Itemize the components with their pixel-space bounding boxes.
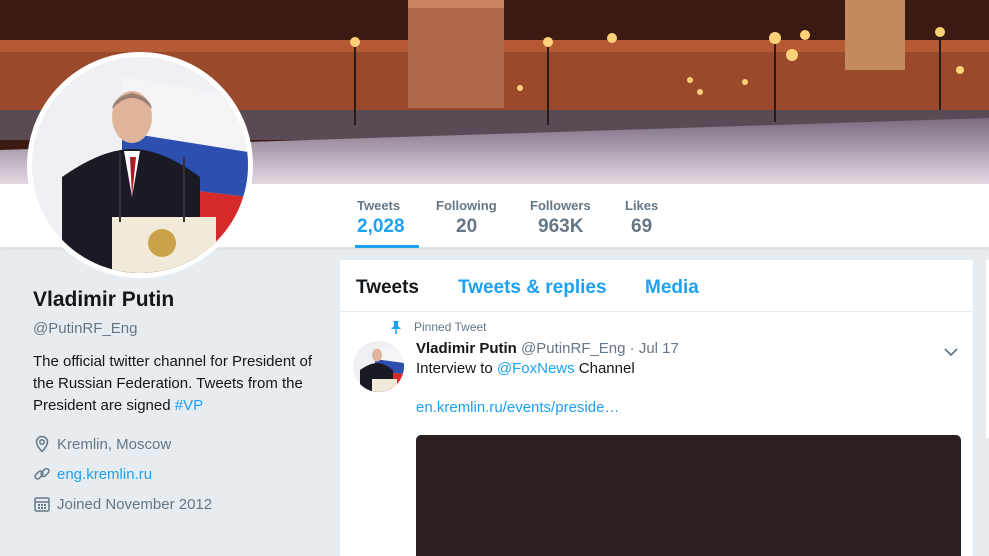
tweet-media-card[interactable] (416, 435, 961, 556)
profile-card: Vladimir Putin @PutinRF_Eng The official… (33, 288, 323, 513)
profile-website: eng.kremlin.ru (33, 465, 323, 483)
stat-label: Followers (530, 198, 591, 213)
timeline: Tweets Tweets & replies Media Pinned Twe… (340, 260, 973, 556)
stat-value: 69 (631, 216, 653, 237)
tweet-date[interactable]: Jul 17 (639, 340, 679, 357)
tab-tweets-replies[interactable]: Tweets & replies (458, 277, 607, 299)
tweet-mention[interactable]: @FoxNews (497, 360, 575, 377)
profile-avatar[interactable] (27, 52, 253, 278)
location-icon (33, 435, 51, 453)
tweet-author[interactable]: Vladimir Putin (416, 340, 517, 357)
link-icon (33, 465, 51, 483)
pin-icon (390, 320, 402, 334)
stat-followers[interactable]: Followers 963K (530, 198, 591, 238)
tab-media[interactable]: Media (645, 277, 699, 299)
stat-tweets[interactable]: Tweets 2,028 (355, 198, 418, 248)
tweet-handle[interactable]: @PutinRF_Eng (521, 340, 625, 357)
avatar-image (32, 57, 248, 273)
profile-joined: Joined November 2012 (33, 495, 323, 513)
profile-location: Kremlin, Moscow (33, 435, 323, 453)
website-link[interactable]: eng.kremlin.ru (57, 466, 152, 483)
location-text: Kremlin, Moscow (57, 435, 172, 453)
profile-bio: The official twitter channel for Preside… (33, 351, 323, 417)
tweet-text-prefix: Interview to (416, 360, 497, 377)
tweet-content[interactable]: Vladimir Putin @PutinRF_Eng · Jul 17 Int… (416, 340, 961, 416)
stat-value: 963K (538, 216, 584, 237)
timeline-tabs: Tweets Tweets & replies Media (340, 260, 973, 312)
tweet-text: Interview to @FoxNews Channel (416, 360, 961, 377)
tweet-link[interactable]: en.kremlin.ru/events/preside… (416, 399, 961, 416)
stat-label: Tweets (357, 198, 401, 213)
pinned-indicator: Pinned Tweet (390, 320, 487, 334)
tweet-header: Vladimir Putin @PutinRF_Eng · Jul 17 (416, 340, 961, 357)
bio-text: The official twitter channel for Preside… (33, 353, 313, 414)
joined-text: Joined November 2012 (57, 495, 213, 513)
stat-label: Following (436, 198, 497, 213)
tab-tweets[interactable]: Tweets (356, 277, 419, 299)
stat-value: 2,028 (357, 216, 405, 237)
stat-value: 20 (456, 216, 478, 237)
profile-handle[interactable]: @PutinRF_Eng (33, 320, 323, 337)
pinned-label: Pinned Tweet (414, 320, 487, 334)
tweet-text-suffix: Channel (574, 360, 635, 377)
bio-hashtag[interactable]: #VP (175, 397, 203, 414)
stat-following[interactable]: Following 20 (436, 198, 497, 238)
stat-likes[interactable]: Likes 69 (625, 198, 658, 238)
tweet-avatar[interactable] (353, 341, 404, 392)
stat-label: Likes (625, 198, 659, 213)
profile-name[interactable]: Vladimir Putin (33, 288, 323, 312)
tweet-separator: · (629, 340, 635, 357)
chevron-down-icon[interactable] (944, 344, 958, 357)
calendar-icon (33, 495, 51, 513)
